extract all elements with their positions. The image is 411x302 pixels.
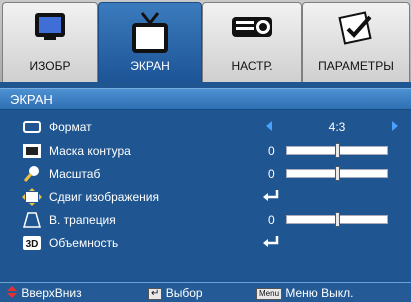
keystone-icon bbox=[22, 211, 42, 229]
enter-icon[interactable] bbox=[262, 235, 280, 252]
menu-tab-bar: ИЗОБР ЭКРАН НАСТР. ПАРАМЕТРЫ bbox=[0, 0, 411, 82]
menu-item-label: В. трапеция bbox=[49, 213, 116, 227]
tab-options-label: ПАРАМЕТРЫ bbox=[318, 59, 394, 73]
format-value: 4:3 bbox=[328, 120, 346, 134]
monitor-icon bbox=[33, 11, 67, 46]
3d-icon: 3D bbox=[22, 234, 42, 252]
tab-settings[interactable]: НАСТР. bbox=[202, 2, 302, 82]
menu-item-label: Формат bbox=[49, 120, 92, 134]
menu-key-label: Menu bbox=[256, 288, 283, 300]
zoom-slider[interactable] bbox=[286, 166, 388, 181]
help-footer: ВверхВниз ↵ Выбор Menu Меню Выкл. bbox=[0, 282, 411, 302]
menu-panel: ЭКРАН Формат 4:3 Маска контура 0 Масштаб… bbox=[0, 82, 411, 282]
projector-icon bbox=[230, 11, 274, 46]
menu-item-image-shift[interactable]: Сдвиг изображения bbox=[0, 186, 411, 208]
up-down-arrows-icon bbox=[7, 286, 17, 298]
menu-item-3d[interactable]: 3D Объемность bbox=[0, 232, 411, 254]
menu-item-format[interactable]: Формат 4:3 bbox=[0, 116, 411, 138]
tab-image[interactable]: ИЗОБР bbox=[2, 2, 98, 82]
footer-nav-label: ВверхВниз bbox=[21, 286, 82, 300]
enter-key-icon: ↵ bbox=[148, 288, 163, 300]
menu-item-label: Масштаб bbox=[49, 167, 101, 181]
edge-mask-slider[interactable] bbox=[286, 143, 388, 158]
zoom-icon bbox=[22, 165, 42, 183]
slider-value: 0 bbox=[268, 167, 275, 181]
menu-item-zoom[interactable]: Масштаб 0 bbox=[0, 163, 411, 185]
footer-menu-hint: Menu Меню Выкл. bbox=[256, 286, 353, 300]
menu-item-edge-mask[interactable]: Маска контура 0 bbox=[0, 140, 411, 162]
tab-screen-label: ЭКРАН bbox=[130, 59, 170, 73]
tab-settings-label: НАСТР. bbox=[231, 59, 273, 73]
edge-mask-icon bbox=[22, 142, 42, 160]
tab-screen[interactable]: ЭКРАН bbox=[98, 2, 202, 82]
footer-exit-label: Меню Выкл. bbox=[285, 286, 354, 300]
footer-select-hint: ↵ Выбор bbox=[148, 286, 203, 300]
menu-item-keystone[interactable]: В. трапеция 0 bbox=[0, 209, 411, 231]
slider-knob[interactable] bbox=[335, 166, 340, 181]
keystone-slider[interactable] bbox=[286, 212, 388, 227]
tab-options[interactable]: ПАРАМЕТРЫ bbox=[302, 2, 410, 82]
slider-value: 0 bbox=[268, 144, 275, 158]
arrow-left-icon[interactable] bbox=[265, 120, 273, 135]
footer-nav-hint: ВверхВниз bbox=[6, 286, 82, 300]
image-shift-icon bbox=[22, 188, 42, 206]
menu-item-label: Объемность bbox=[49, 236, 119, 250]
slider-knob[interactable] bbox=[335, 143, 340, 158]
aspect-ratio-icon bbox=[22, 118, 42, 136]
footer-select-label: Выбор bbox=[165, 286, 203, 300]
tab-image-label: ИЗОБР bbox=[29, 59, 71, 73]
tv-icon bbox=[130, 11, 170, 60]
menu-item-label: Маска контура bbox=[49, 144, 131, 158]
settings-document-icon bbox=[336, 11, 376, 50]
arrow-right-icon[interactable] bbox=[391, 120, 399, 135]
slider-knob[interactable] bbox=[335, 212, 340, 227]
menu-item-label: Сдвиг изображения bbox=[49, 190, 159, 204]
enter-icon[interactable] bbox=[262, 189, 280, 206]
slider-value: 0 bbox=[268, 213, 275, 227]
section-title: ЭКРАН bbox=[0, 88, 411, 110]
svg-text:3D: 3D bbox=[26, 239, 39, 250]
